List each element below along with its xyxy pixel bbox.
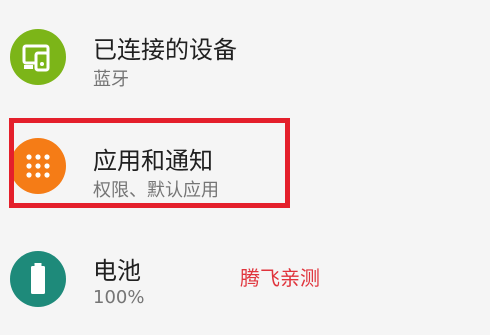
highlight-box bbox=[9, 118, 290, 208]
battery-title: 电池 bbox=[93, 257, 141, 285]
connected-devices-subtitle: 蓝牙 bbox=[93, 69, 129, 90]
battery-icon bbox=[10, 251, 66, 307]
connected-devices-title: 已连接的设备 bbox=[93, 36, 237, 64]
settings-item-connected-devices[interactable]: 已连接的设备 蓝牙 bbox=[0, 0, 490, 105]
devices-icon bbox=[10, 29, 66, 85]
watermark-text: 腾飞亲测 bbox=[240, 266, 320, 290]
battery-subtitle: 100% bbox=[93, 287, 145, 308]
